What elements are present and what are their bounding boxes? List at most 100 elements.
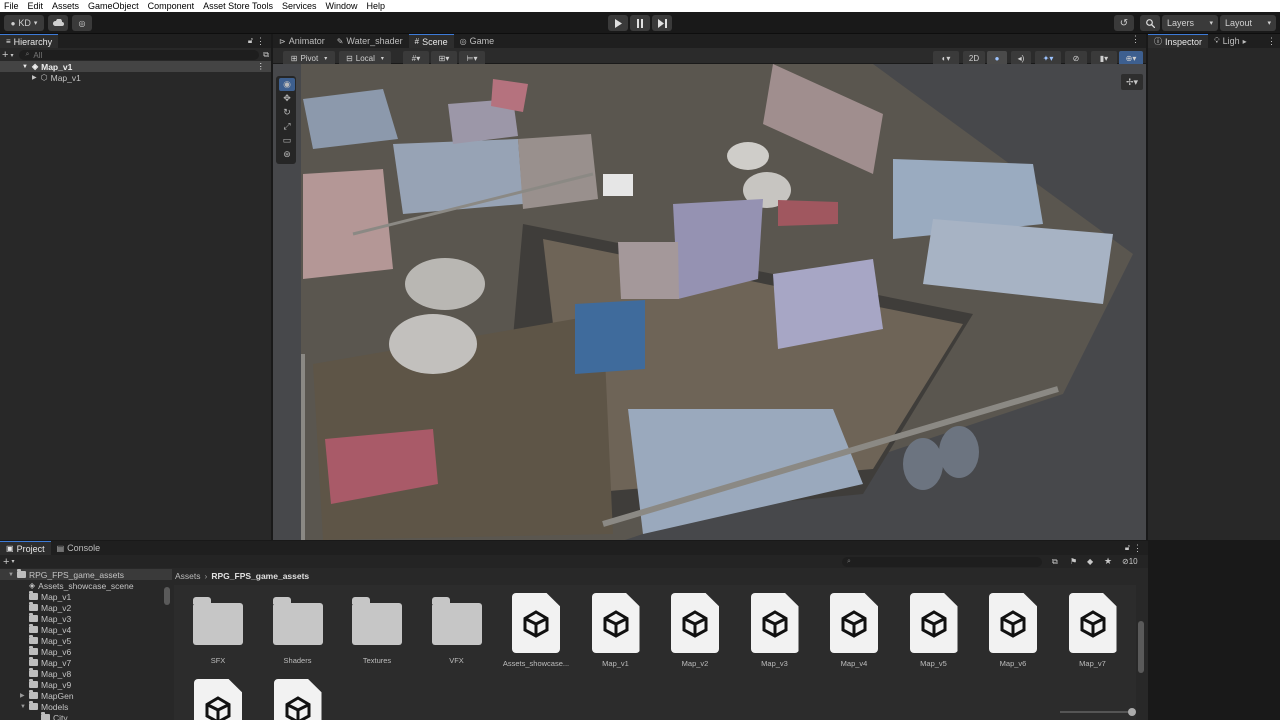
menu-item-edit[interactable]: Edit [24,1,49,11]
asset-scene[interactable]: Map_v7 [1058,593,1128,668]
lock-icon[interactable]: 🔓︎ [1125,543,1130,553]
tab-scroll-icon[interactable]: ▸ [1243,37,1247,46]
asset-label: Map_v3 [761,659,788,668]
breadcrumb-assets[interactable]: Assets [175,571,201,581]
history-button[interactable]: ↺ [1114,15,1134,31]
transform-tool[interactable]: ⊛ [279,148,295,161]
zoom-slider[interactable] [1060,708,1136,716]
tab-game[interactable]: ◎ Game [454,34,501,48]
tab-animator[interactable]: ⊳ Animator [273,34,331,48]
asset-scene[interactable]: Map_v5 [899,593,969,668]
hierarchy-row-root[interactable]: ▼ ◈ Map_v1 ⋮ [0,61,271,72]
asset-scene[interactable] [183,679,253,720]
tree-item[interactable]: Map_v4 [0,624,71,635]
asset-scene[interactable]: Assets_showcase... [501,593,571,668]
tab-water-shader[interactable]: ✎ Water_shader [331,34,409,48]
unity-scene-icon [1068,593,1117,653]
tree-item[interactable]: Map_v9 [0,679,71,690]
asset-scene[interactable]: Map_v2 [660,593,730,668]
pause-button[interactable] [630,15,650,31]
tag-icon[interactable]: ◆ [1087,557,1093,566]
tree-item[interactable]: Map_v7 [0,657,71,668]
collab-button[interactable]: ◎ [72,15,92,31]
asset-scene[interactable]: Map_v1 [581,593,651,668]
step-button[interactable] [652,15,672,31]
expand-arrow-icon[interactable]: ▼ [8,572,17,578]
asset-folder[interactable]: SFX [183,593,253,665]
tree-item[interactable]: Map_v2 [0,602,71,613]
tree-scrollbar[interactable] [164,587,170,605]
hierarchy-child-label: Map_v1 [50,72,81,83]
tree-item[interactable]: Map_v8 [0,668,71,679]
scale-tool[interactable]: ⤢ [279,120,295,133]
tree-item[interactable]: Map_v5 [0,635,71,646]
search-button[interactable] [1140,15,1160,31]
tab-project[interactable]: ▣ Project [0,541,51,555]
expand-arrow-icon[interactable]: ▶ [20,692,29,699]
orientation-gizmo-button[interactable]: ✢▾ [1121,74,1143,90]
tab-hierarchy[interactable]: ≡ Hierarchy [0,34,59,48]
search-by-type-icon[interactable]: ⧉ [1052,557,1058,567]
favorite-icon[interactable]: ★ [1104,556,1112,567]
more-icon[interactable]: ⋮ [1133,543,1142,554]
view-tool[interactable]: ◉ [279,78,295,91]
tree-item[interactable]: Map_v1 [0,591,71,602]
account-button[interactable]: ● KD ▾ [4,15,44,31]
cloud-button[interactable] [48,15,68,31]
pivot-label: Pivot [300,54,319,63]
tree-item[interactable]: ▼ RPG_FPS_game_assets [0,569,172,580]
menu-item-help[interactable]: Help [363,1,391,11]
label-filter-icon[interactable]: ⚑ [1070,557,1077,566]
tab-lighting[interactable]: 💡︎ Ligh ▸ [1208,34,1253,48]
project-search-input[interactable]: ⌕ [842,556,1042,567]
menu-item-services[interactable]: Services [278,1,322,11]
layout-dropdown[interactable]: Layout ▾ [1220,15,1276,31]
scene-viewport[interactable]: ◉ ✥ ↻ ⤢ ▭ ⊛ ✢▾ [273,64,1146,540]
zoom-slider-handle[interactable] [1128,708,1136,716]
add-icon[interactable]: + [2,49,8,61]
asset-folder[interactable]: Shaders [263,593,333,665]
chevron-down-icon: ▾ [11,559,15,565]
add-icon[interactable]: + [3,556,9,568]
asset-scene[interactable]: Map_v4 [819,593,889,668]
breadcrumb-current[interactable]: RPG_FPS_game_assets [211,571,309,581]
rotate-tool[interactable]: ↻ [279,106,295,119]
tree-item[interactable]: Map_v6 [0,646,71,657]
tab-console[interactable]: ▤ Console [51,541,107,555]
play-button[interactable] [608,15,628,31]
grid-scrollbar[interactable] [1138,621,1144,673]
folder-icon [29,701,38,710]
hierarchy-row-child[interactable]: ▶ ⬡ Map_v1 [0,72,271,83]
menu-item-window[interactable]: Window [322,1,363,11]
asset-scene[interactable] [263,679,333,720]
menu-item-assets[interactable]: Assets [48,1,84,11]
hidden-packages-icon[interactable]: ⊘10 [1122,557,1138,566]
rect-tool[interactable]: ▭ [279,134,295,147]
menu-item-gameobject[interactable]: GameObject [84,1,144,11]
menu-item-file[interactable]: File [0,1,24,11]
hierarchy-search-input[interactable]: ⌕ All [19,50,260,60]
scene-visibility-icon[interactable]: ⧉ [263,50,269,60]
menu-item-component[interactable]: Component [144,1,200,11]
more-icon[interactable]: ⋮ [1131,34,1140,45]
tree-item[interactable]: ▶ MapGen [0,690,74,701]
tree-item[interactable]: City [0,712,68,720]
tab-scene[interactable]: # Scene [408,34,454,48]
tree-item[interactable]: Map_v3 [0,613,71,624]
menu-item-asset-store-tools[interactable]: Asset Store Tools [199,1,278,11]
asset-folder[interactable]: Textures [342,593,412,665]
more-icon[interactable]: ⋮ [256,36,265,47]
tree-item[interactable]: ◈ Assets_showcase_scene [0,580,134,591]
asset-scene[interactable]: Map_v6 [978,593,1048,668]
unity-scene-icon [591,593,640,653]
tab-inspector[interactable]: ⓘ Inspector [1148,34,1209,48]
layers-dropdown[interactable]: Layers ▾ [1162,15,1218,31]
asset-scene[interactable]: Map_v3 [740,593,810,668]
expand-arrow-icon[interactable]: ▼ [20,704,29,710]
lock-icon[interactable]: 🔓︎ [248,36,253,46]
move-tool[interactable]: ✥ [279,92,295,105]
asset-folder[interactable]: VFX [422,593,492,665]
more-icon[interactable]: ⋮ [1267,36,1276,47]
tree-item[interactable]: ▼ Models [0,701,68,712]
more-icon[interactable]: ⋮ [257,61,266,72]
